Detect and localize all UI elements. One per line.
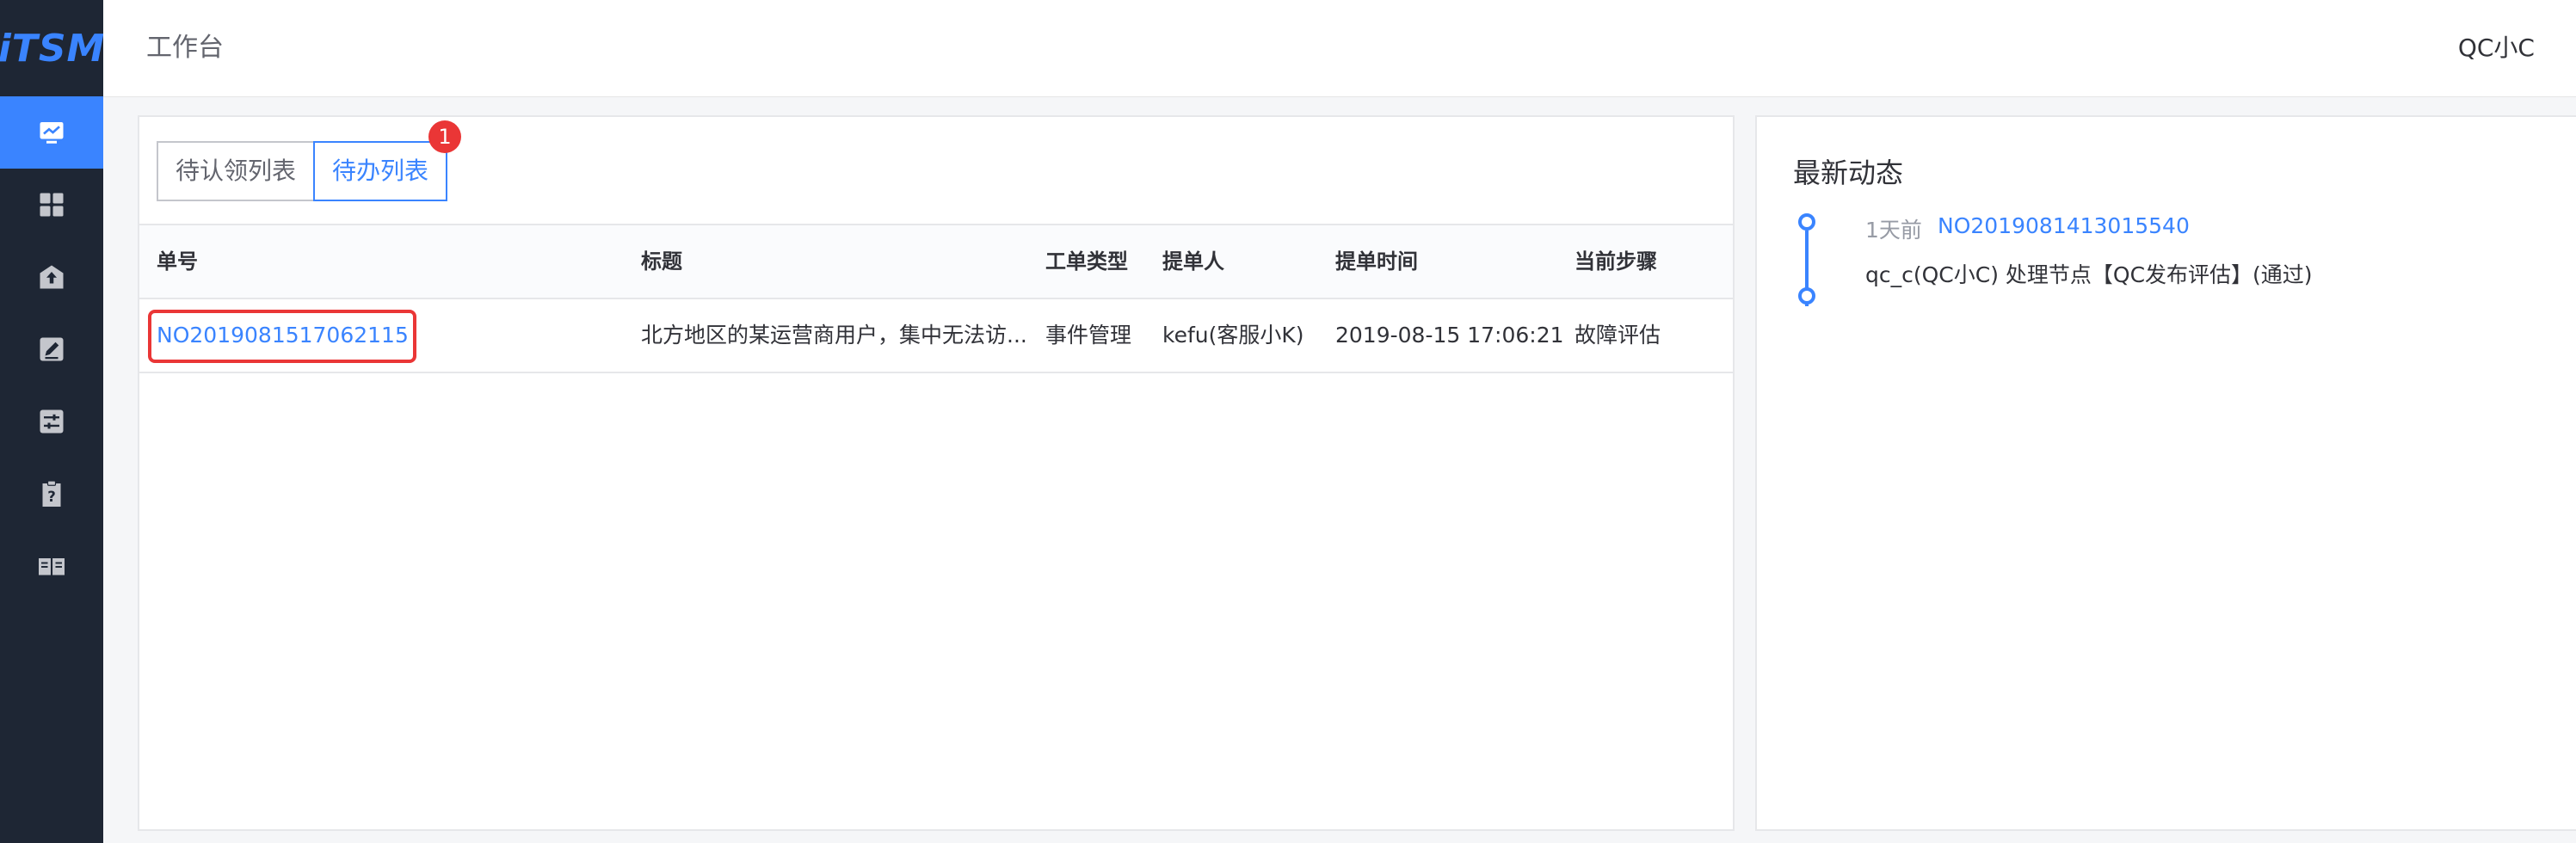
table-header: 单号 标题 工单类型 提单人 提单时间 当前步骤: [139, 224, 1733, 299]
activity-ticket-link[interactable]: NO2019081413015540: [1938, 213, 2190, 238]
nav-item-services[interactable]: [0, 169, 103, 241]
col-header-submit-time: 提单时间: [1335, 249, 1418, 274]
nav-item-workbench[interactable]: [0, 96, 103, 169]
edit-icon: [40, 337, 64, 361]
timeline-dot-start: [1798, 213, 1815, 231]
activity-description: qc_c(QC小C) 处理节点【QC发布评估】(通过): [1865, 262, 2313, 287]
tab-bar: 待认领列表 待办列表 1: [157, 120, 462, 201]
ticket-table: 单号 标题 工单类型 提单人 提单时间 当前步骤 NO2019081517062…: [139, 224, 1733, 373]
help-icon: ?: [42, 480, 61, 507]
ticket-no-link[interactable]: NO2019081517062115: [157, 299, 409, 372]
timeline-dot-end: [1798, 287, 1815, 305]
nav-item-edit[interactable]: [0, 313, 103, 385]
top-header: 工作台 QC小C: [103, 0, 2576, 97]
svg-text:?: ?: [47, 489, 56, 505]
user-name[interactable]: QC小C: [2458, 0, 2535, 96]
book-icon: [39, 558, 65, 575]
ticket-panel: 待认领列表 待办列表 1 单号 标题 工单类型 提单人 提单时间 当前步骤 NO…: [138, 115, 1735, 831]
ticket-submitter: kefu(客服小K): [1162, 323, 1304, 348]
activity-panel: 最新动态 1天前 NO2019081413015540 qc_c(QC小C) 处…: [1755, 115, 2576, 831]
monitor-icon: [40, 122, 64, 144]
tab-todo[interactable]: 待办列表 1: [313, 120, 462, 201]
tab-pending-claim[interactable]: 待认领列表: [157, 141, 316, 201]
grid-icon: [40, 193, 64, 217]
nav-item-settings[interactable]: [0, 385, 103, 458]
activity-time: 1天前: [1865, 218, 1922, 243]
tab-todo-label: 待办列表: [332, 157, 429, 185]
col-header-ticket-no: 单号: [157, 249, 198, 274]
activity-title: 最新动态: [1793, 157, 1904, 189]
logo-text: iTSM: [0, 26, 106, 71]
activity-timeline: 1天前 NO2019081413015540 qc_c(QC小C) 处理节点【Q…: [1791, 213, 2548, 317]
page-title: 工作台: [146, 33, 224, 63]
nav-item-help[interactable]: ?: [0, 458, 103, 530]
table-row[interactable]: NO2019081517062115 北方地区的某运营商用户，集中无法访... …: [139, 299, 1733, 373]
col-header-type: 工单类型: [1045, 249, 1128, 274]
ticket-current-step: 故障评估: [1575, 323, 1661, 348]
app-logo[interactable]: iTSM: [0, 0, 106, 96]
sliders-icon: [40, 409, 64, 434]
todo-count-badge: 1: [428, 120, 462, 153]
ticket-title: 北方地区的某运营商用户，集中无法访...: [641, 323, 1027, 348]
col-header-title: 标题: [641, 249, 682, 274]
col-header-submitter: 提单人: [1162, 249, 1224, 274]
ticket-type: 事件管理: [1045, 323, 1132, 348]
nav-item-submit[interactable]: [0, 241, 103, 313]
col-header-current-step: 当前步骤: [1575, 249, 1657, 274]
ticket-submit-time: 2019-08-15 17:06:21: [1335, 323, 1564, 348]
upload-icon: [40, 265, 64, 289]
sidebar: iTSM ?: [0, 0, 106, 843]
nav-item-knowledge[interactable]: [0, 530, 103, 602]
